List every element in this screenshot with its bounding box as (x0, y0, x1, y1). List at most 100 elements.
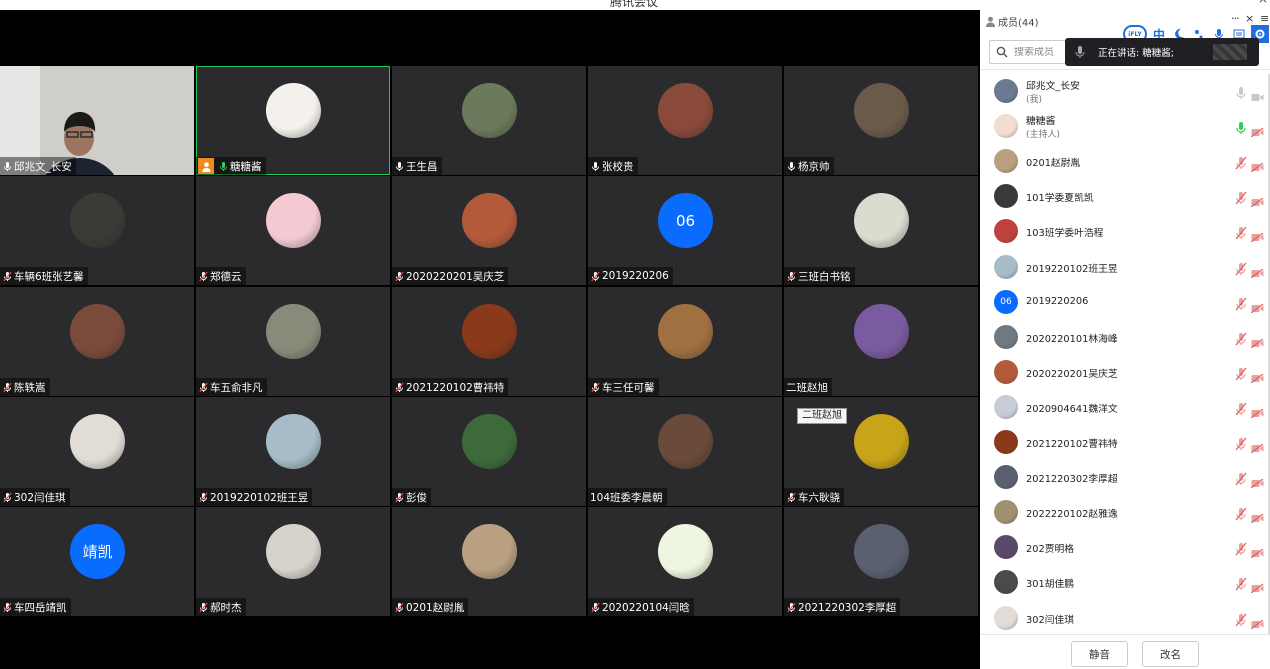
video-tile[interactable]: 2020220104闫晗 (588, 507, 782, 616)
mic-muted-icon[interactable] (1235, 225, 1247, 240)
video-tile[interactable]: 彭俊 (392, 397, 586, 506)
video-tile[interactable]: 2019220102班王昱 (196, 397, 390, 506)
member-row[interactable]: 101学委夏凯凯 (980, 179, 1270, 214)
participant-name-label: 车辆6班张艺馨 (0, 267, 88, 285)
camera-off-icon[interactable] (1250, 227, 1264, 243)
mic-muted-icon (196, 598, 210, 616)
camera-off-icon[interactable] (1250, 578, 1264, 594)
video-tile[interactable]: 二班赵旭 (784, 287, 978, 396)
mic-muted-icon[interactable] (1235, 401, 1247, 416)
rename-button[interactable]: 改名 (1142, 641, 1199, 667)
camera-off-icon[interactable] (1250, 543, 1264, 559)
member-avatar (994, 254, 1018, 279)
mic-muted-icon (392, 598, 406, 616)
member-row[interactable]: 2021220302李厚超 (980, 460, 1270, 495)
participant-name-label: 郑德云 (196, 267, 246, 285)
mic-muted-icon[interactable] (1235, 506, 1247, 521)
video-tile[interactable]: 糖糖酱 (196, 66, 390, 175)
camera-off-icon[interactable] (1250, 122, 1264, 138)
video-tile[interactable]: 302闫佳琪 (0, 397, 194, 506)
camera-off-icon[interactable] (1250, 333, 1264, 349)
video-tile[interactable]: 2021220102曹祎特 (392, 287, 586, 396)
member-name: 302闫佳琪 (1026, 614, 1075, 626)
member-row[interactable]: 103班学委叶浩程 (980, 214, 1270, 249)
camera-off-icon[interactable] (1250, 473, 1264, 489)
mic-muted-icon[interactable] (1235, 190, 1247, 205)
camera-off-icon[interactable] (1250, 157, 1264, 173)
video-tile[interactable]: 陈轶嵩 (0, 287, 194, 396)
video-tile[interactable]: 0201赵尉胤 (392, 507, 586, 616)
member-avatar (994, 184, 1018, 209)
mic-muted-icon[interactable] (1235, 155, 1247, 170)
member-row[interactable]: 2021220102曹祎特 (980, 425, 1270, 460)
member-row[interactable]: 糖糖酱 (主持人) (980, 109, 1270, 144)
minimize-button[interactable]: – (1240, 0, 1246, 6)
participant-avatar (266, 414, 321, 469)
video-tile[interactable]: 车辆6班张艺馨 (0, 176, 194, 285)
participant-name-label: 车四岳靖凯 (0, 598, 71, 616)
participant-avatar (462, 414, 517, 469)
member-row[interactable]: 0201赵尉胤 (980, 144, 1270, 179)
microphone-icon[interactable] (1235, 85, 1247, 99)
video-tile[interactable]: 张校贵 (588, 66, 782, 175)
member-row[interactable]: 2020220201吴庆芝 (980, 355, 1270, 390)
mic-muted-icon[interactable] (1235, 541, 1247, 556)
participant-avatar (266, 304, 321, 359)
participant-avatar (658, 83, 713, 138)
member-row[interactable]: 2020904641魏洋文 (980, 390, 1270, 425)
video-tile[interactable]: 邱兆文_长安 (0, 66, 194, 175)
mic-muted-icon[interactable] (1235, 612, 1247, 626)
camera-off-icon[interactable] (1250, 614, 1264, 629)
video-tile[interactable]: 06 2019220206 (588, 176, 782, 285)
camera-off-icon[interactable] (1250, 263, 1264, 278)
video-tile[interactable]: 王生昌 (392, 66, 586, 175)
mic-muted-icon[interactable] (1235, 366, 1247, 381)
camera-off-icon[interactable] (1250, 438, 1264, 454)
camera-off-icon[interactable] (1250, 403, 1264, 419)
camera-icon[interactable] (1251, 87, 1264, 101)
video-tile[interactable]: 郑德云 (196, 176, 390, 285)
participant-avatar (658, 304, 713, 359)
member-avatar (994, 430, 1018, 454)
member-row[interactable]: 301胡佳鹏 (980, 565, 1270, 600)
mic-muted-icon (0, 267, 14, 285)
member-avatar (994, 394, 1018, 419)
member-avatar (994, 500, 1018, 525)
video-tile[interactable]: 2020220201吴庆芝 (392, 176, 586, 285)
close-window-button[interactable]: × (1258, 0, 1268, 6)
mute-all-button[interactable]: 静音 (1071, 641, 1128, 667)
mic-muted-icon (196, 267, 210, 285)
mic-muted-icon[interactable] (1235, 261, 1247, 275)
mic-muted-icon[interactable] (1235, 296, 1247, 311)
participant-name: 车五俞非凡 (210, 381, 263, 394)
member-row[interactable]: 邱兆文_长安 (我) (980, 74, 1270, 109)
video-tile[interactable]: 104班委李晨朝 (588, 397, 782, 506)
meeting-window: 腾讯会议 – × 邱兆文_长安糖糖酱王生昌张校贵杨京帅车辆6班张艺馨郑德云202… (0, 0, 1270, 669)
mic-muted-icon[interactable] (1235, 471, 1247, 486)
participant-name-label: 车五俞非凡 (196, 378, 267, 396)
video-tile[interactable]: 杨京帅 (784, 66, 978, 175)
mic-muted-icon[interactable] (1235, 436, 1247, 451)
mic-muted-icon[interactable] (1235, 576, 1247, 591)
microphone-icon[interactable] (1235, 120, 1247, 135)
camera-off-icon[interactable] (1250, 192, 1264, 208)
member-row[interactable]: 302闫佳琪 (980, 601, 1270, 636)
camera-off-icon[interactable] (1250, 368, 1264, 384)
video-tile[interactable]: 郝时杰 (196, 507, 390, 616)
mic-muted-icon[interactable] (1235, 331, 1247, 346)
camera-off-icon[interactable] (1250, 298, 1264, 314)
video-tile[interactable]: 靖凯 车四岳靖凯 (0, 507, 194, 616)
speaking-indicator: 正在讲话: 糖糖酱; (1065, 38, 1259, 66)
mic-muted-icon (0, 378, 14, 396)
speaker-thumbnail (1213, 44, 1247, 60)
member-row[interactable]: 2019220102班王昱 (980, 250, 1270, 285)
member-row[interactable]: 2020220101林海峰 (980, 320, 1270, 355)
member-row[interactable]: 06 2019220206 (980, 285, 1270, 320)
video-tile[interactable]: 2021220302李厚超 (784, 507, 978, 616)
video-tile[interactable]: 车三任可馨 (588, 287, 782, 396)
video-tile[interactable]: 三班白书铭 (784, 176, 978, 285)
video-tile[interactable]: 车五俞非凡 (196, 287, 390, 396)
camera-off-icon[interactable] (1250, 508, 1264, 524)
member-row[interactable]: 2022220102赵雅逸 (980, 495, 1270, 530)
member-row[interactable]: 202贾明格 (980, 530, 1270, 565)
